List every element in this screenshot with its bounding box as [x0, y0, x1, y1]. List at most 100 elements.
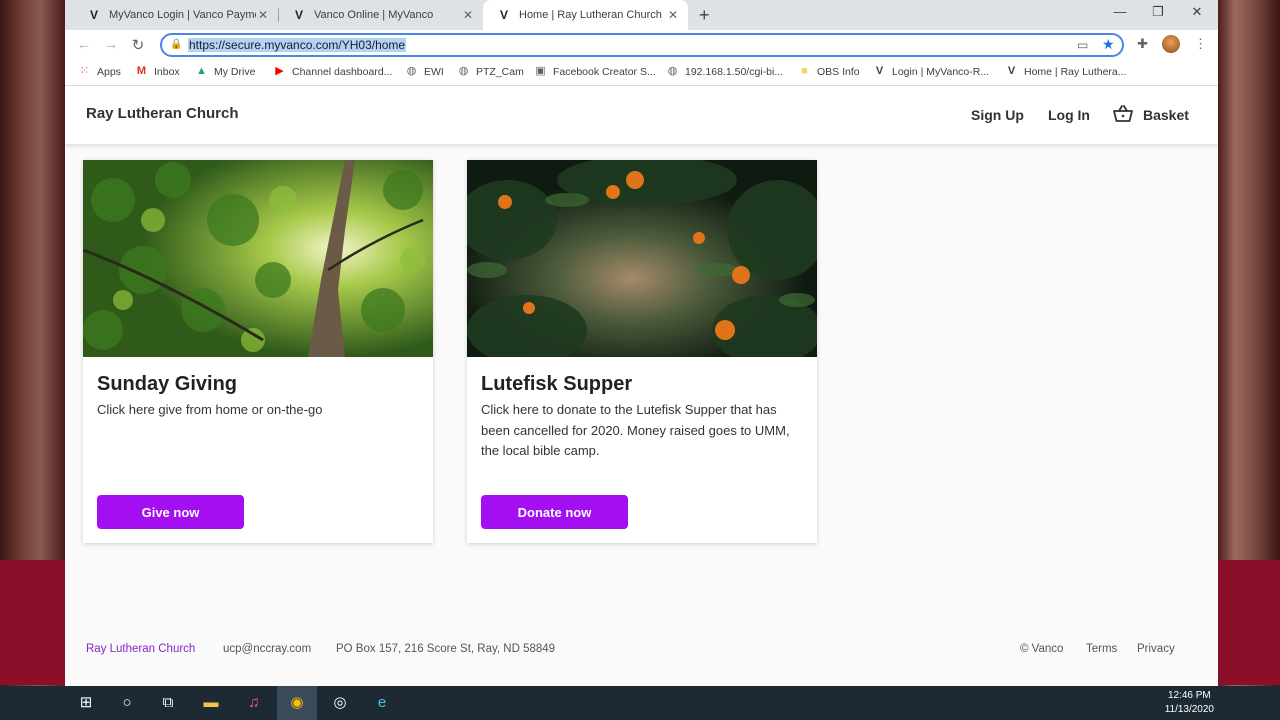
url-text[interactable]: https://secure.myvanco.com/YH03/home [188, 38, 407, 52]
tab-vanco-online[interactable]: V Vanco Online | MyVanco ✕ [278, 0, 483, 30]
bookmark-label: EWI [424, 65, 444, 78]
globe-icon: ◍ [458, 65, 469, 77]
bookmark-my-drive[interactable]: ▲ My Drive [195, 65, 255, 78]
browser-window: V MyVanco Login | Vanco Payment ✕ V Vanc… [65, 0, 1218, 686]
bookmark-obs-info[interactable]: ■ OBS Info [798, 65, 860, 78]
vanco-favicon-icon: V [89, 8, 98, 22]
window-close-icon[interactable]: ✕ [1187, 4, 1207, 20]
profile-avatar[interactable] [1162, 35, 1180, 53]
bookmark-label: 192.168.1.50/cgi-bi... [685, 65, 784, 78]
bookmark-label: PTZ_Cam [476, 65, 524, 78]
cast-icon[interactable]: ▭ [1077, 38, 1088, 52]
tab-myvanco-login[interactable]: V MyVanco Login | Vanco Payment ✕ [73, 0, 278, 30]
footer-address: PO Box 157, 216 Score St, Ray, ND 58849 [336, 643, 556, 655]
lutefisk-supper-card[interactable]: Lutefisk Supper Click here to donate to … [467, 160, 817, 543]
tab-title: Home | Ray Lutheran Church [519, 9, 662, 21]
bookmark-star-icon[interactable]: ★ [1102, 36, 1115, 53]
drive-icon: ▲ [196, 65, 207, 77]
globe-icon: ◍ [667, 65, 678, 77]
site-title[interactable]: Ray Lutheran Church [86, 105, 239, 122]
bookmark-ip-cgi[interactable]: ◍ 192.168.1.50/cgi-bi... [666, 65, 783, 78]
chrome-icon[interactable]: ◉ [277, 686, 317, 720]
orange-tree-image [467, 160, 817, 357]
basket-icon[interactable] [1113, 105, 1133, 123]
browser-toolbar: ← → ↻ 🔒 https://secure.myvanco.com/YH03/… [65, 30, 1218, 60]
site-header: Ray Lutheran Church Sign Up Log In Baske… [65, 87, 1218, 144]
gmail-icon: M [136, 65, 147, 77]
desktop-red-carpet-left [0, 560, 65, 685]
clock-date: 11/13/2020 [1164, 704, 1214, 715]
bookmark-label: Channel dashboard... [292, 65, 393, 78]
donate-now-button[interactable]: Donate now [481, 495, 628, 529]
close-icon[interactable]: ✕ [256, 8, 270, 22]
give-now-button[interactable]: Give now [97, 495, 244, 529]
globe-icon: ◍ [406, 65, 417, 77]
windows-start-icon[interactable]: ⊞ [76, 693, 96, 713]
vanco-favicon-icon: V [499, 8, 508, 22]
restore-icon[interactable]: ❐ [1148, 4, 1168, 20]
vanco-icon: V [875, 65, 884, 77]
bookmark-label: OBS Info [817, 65, 860, 78]
page-icon: ▣ [535, 65, 546, 77]
search-circle-icon[interactable]: ○ [117, 693, 137, 713]
close-icon[interactable]: ✕ [666, 8, 680, 22]
edge-icon[interactable]: e [372, 693, 392, 713]
bookmark-label: Login | MyVanco-R... [892, 65, 990, 78]
bookmark-channel-dashboard[interactable]: ▶ Channel dashboard... [273, 65, 392, 78]
windows-taskbar: ⊞ ○ ⧉ ▬ ♫ ◉ ◎ e 12:46 PM 11/13/2020 [0, 686, 1280, 720]
card-title: Lutefisk Supper [481, 373, 633, 395]
bookmark-login-myvanco[interactable]: V Login | MyVanco-R... [873, 65, 989, 78]
tree-canopy-image [83, 160, 433, 357]
bookmark-label: Facebook Creator S... [553, 65, 656, 78]
folder-icon: ■ [801, 65, 808, 77]
clock-time: 12:46 PM [1167, 690, 1211, 701]
page-content: Ray Lutheran Church Sign Up Log In Baske… [65, 87, 1218, 686]
bookmark-facebook-creator[interactable]: ▣ Facebook Creator S... [534, 65, 656, 78]
bookmark-label: Inbox [154, 65, 180, 78]
footer-brand-link[interactable]: Ray Lutheran Church [86, 643, 195, 655]
desktop-red-carpet-right [1218, 560, 1280, 685]
extensions-puzzle-icon[interactable]: ✚ [1137, 36, 1148, 52]
itunes-icon[interactable]: ♫ [244, 693, 264, 713]
task-view-icon[interactable]: ⧉ [158, 693, 178, 713]
sign-up-link[interactable]: Sign Up [971, 107, 1024, 123]
log-in-link[interactable]: Log In [1048, 107, 1090, 123]
tab-home-ray-lutheran[interactable]: V Home | Ray Lutheran Church ✕ [483, 0, 688, 30]
address-bar[interactable]: 🔒 https://secure.myvanco.com/YH03/home ▭… [160, 33, 1124, 57]
basket-link[interactable]: Basket [1143, 107, 1189, 123]
card-description: Click here to donate to the Lutefisk Sup… [481, 402, 790, 458]
bookmarks-bar: ⁙ Apps M Inbox ▲ My Drive ▶ Channel dash… [65, 60, 1218, 86]
system-clock[interactable]: 12:46 PM 11/13/2020 [1165, 689, 1214, 717]
minimize-icon[interactable]: — [1110, 4, 1130, 19]
footer-email[interactable]: ucp@nccray.com [223, 643, 311, 655]
youtube-icon: ▶ [275, 65, 284, 77]
bookmark-label: Home | Ray Luthera... [1024, 65, 1127, 78]
bookmark-ewi[interactable]: ◍ EWI [405, 65, 444, 78]
tab-strip: V MyVanco Login | Vanco Payment ✕ V Vanc… [65, 0, 1218, 30]
menu-kebab-icon[interactable]: ⋮ [1194, 36, 1207, 52]
card-description: Click here give from home or on-the-go [97, 402, 323, 417]
vanco-icon: V [1007, 65, 1016, 77]
back-arrow-icon[interactable]: ← [75, 36, 93, 53]
vanco-favicon-icon: V [294, 8, 303, 22]
reload-icon[interactable]: ↻ [129, 36, 147, 54]
lock-icon: 🔒 [170, 39, 183, 50]
bookmark-home-ray-lutheran[interactable]: V Home | Ray Luthera... [1005, 65, 1127, 78]
footer-privacy-link[interactable]: Privacy [1137, 643, 1175, 655]
bookmark-inbox[interactable]: M Inbox [135, 65, 180, 78]
footer-terms-link[interactable]: Terms [1086, 643, 1117, 655]
obs-icon[interactable]: ◎ [330, 693, 350, 713]
file-explorer-icon[interactable]: ▬ [201, 693, 221, 713]
card-title: Sunday Giving [97, 373, 238, 395]
sunday-giving-card[interactable]: Sunday Giving Click here give from home … [83, 160, 433, 543]
apps-grid-icon: ⁙ [79, 65, 90, 77]
tab-title: MyVanco Login | Vanco Payment [109, 9, 256, 21]
bookmark-apps[interactable]: ⁙ Apps [78, 65, 121, 78]
forward-arrow-icon[interactable]: → [102, 36, 120, 53]
bookmark-label: Apps [97, 65, 121, 78]
new-tab-plus-icon[interactable]: + [699, 5, 710, 26]
bookmark-ptz-cam[interactable]: ◍ PTZ_Cam [457, 65, 524, 78]
bookmark-label: My Drive [214, 65, 256, 78]
footer-copyright: © Vanco [1020, 643, 1064, 655]
close-icon[interactable]: ✕ [461, 8, 475, 22]
